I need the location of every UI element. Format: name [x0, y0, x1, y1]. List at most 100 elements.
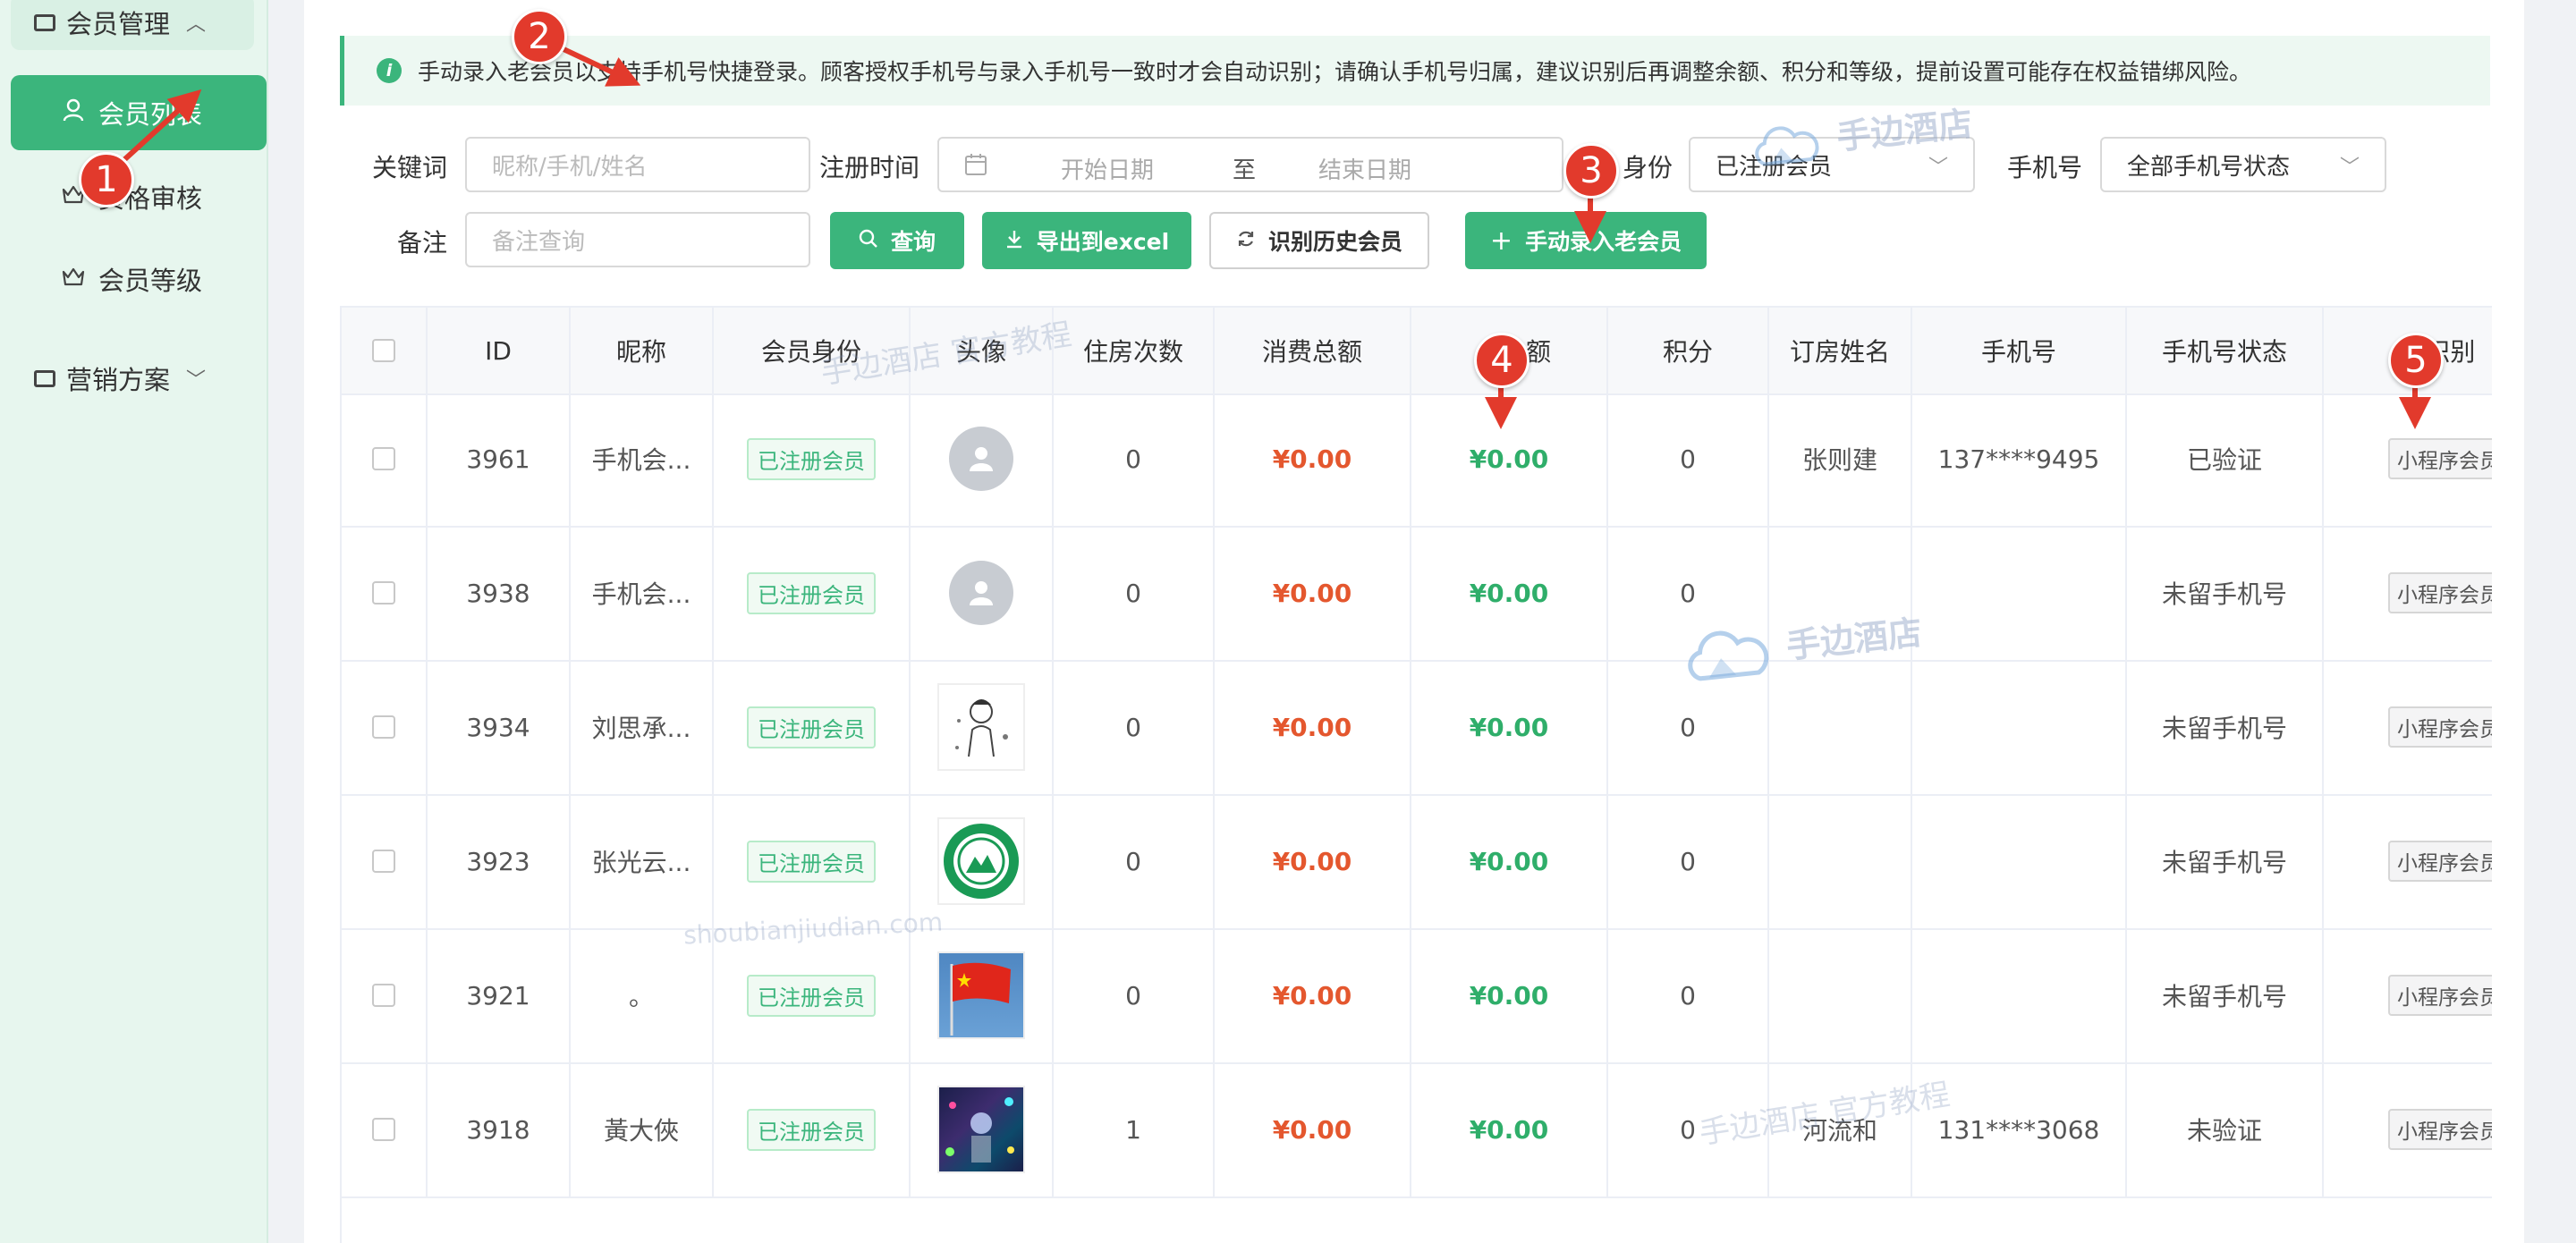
avatar-cell	[911, 1062, 1054, 1196]
header-phone: 手机号	[1912, 308, 2127, 393]
source-tag: 小程序会员	[2388, 706, 2492, 748]
header-points: 积分	[1608, 308, 1769, 393]
stays-cell: 0	[1054, 526, 1215, 660]
cell-stays: 1	[1125, 1114, 1141, 1145]
identity-cell: 已注册会员	[714, 526, 911, 660]
table-row: 3921 。 已注册会员 0 ¥0.00 ¥0.00 0 未留手机号 小程序会员	[342, 928, 2492, 1064]
identity-cell: 已注册会员	[714, 392, 911, 526]
chevron-up-icon: ︿	[186, 13, 207, 36]
cell-total-spent: ¥0.00	[1272, 712, 1352, 742]
cell-nickname: 张光云...	[591, 848, 691, 877]
menu-member-management-label: 会员管理	[66, 9, 171, 39]
id-cell: 3934	[428, 660, 571, 794]
identify-history-button[interactable]: 识别历史会员	[1209, 212, 1429, 269]
annotation-marker-2: 2	[512, 9, 567, 64]
cell-phone-status: 未验证	[2186, 1116, 2262, 1146]
source-cell: 小程序会员	[2324, 660, 2492, 794]
chevron-down-icon: ﹀	[2339, 156, 2360, 179]
identity-tag: 已注册会员	[747, 706, 876, 748]
row-checkbox[interactable]	[372, 581, 395, 605]
cell-points: 0	[1680, 444, 1696, 474]
phone-status-cell: 未验证	[2127, 1062, 2324, 1196]
avatar	[937, 1086, 1025, 1173]
total-cell: ¥0.00	[1215, 794, 1411, 928]
search-icon	[859, 228, 878, 254]
cell-points: 0	[1680, 846, 1696, 876]
annotation-marker-5: 5	[2388, 333, 2444, 388]
stays-cell: 0	[1054, 660, 1215, 794]
cell-nickname: 手机会...	[591, 579, 691, 609]
id-cell: 3961	[428, 392, 571, 526]
balance-cell: ¥0.00	[1411, 794, 1608, 928]
row-checkbox[interactable]	[372, 447, 395, 470]
identity-cell: 已注册会员	[714, 794, 911, 928]
crown-icon	[61, 266, 86, 292]
start-date-placeholder: 开始日期	[1061, 157, 1155, 184]
sidebar-item-member-list-label: 会员列表	[98, 99, 203, 130]
header-id: ID	[428, 308, 571, 393]
phone-cell	[1912, 928, 2127, 1062]
nickname-cell: 张光云...	[571, 794, 714, 928]
stays-cell: 0	[1054, 794, 1215, 928]
avatar-cell	[911, 526, 1054, 660]
row-checkbox[interactable]	[372, 984, 395, 1007]
phone-cell	[1912, 526, 2127, 660]
phone-status-cell: 未留手机号	[2127, 794, 2324, 928]
query-button-label: 查询	[890, 229, 936, 255]
phone-cell	[1912, 660, 2127, 794]
annotation-marker-3: 3	[1563, 143, 1619, 199]
cell-total-spent: ¥0.00	[1272, 578, 1352, 608]
nickname-cell: 刘思承...	[571, 660, 714, 794]
cell-id: 3923	[466, 846, 530, 876]
header-total-spent: 消费总额	[1215, 308, 1411, 393]
sidebar-item-member-list[interactable]: 会员列表	[11, 75, 267, 150]
phone-status-select[interactable]: 全部手机号状态 ﹀	[2100, 137, 2386, 192]
manual-add-member-button[interactable]: + 手动录入老会员	[1465, 212, 1707, 269]
row-checkbox[interactable]	[372, 850, 395, 873]
cell-phone: 131****3068	[1937, 1114, 2100, 1145]
end-date-placeholder: 结束日期	[1318, 157, 1412, 184]
date-range-picker[interactable]: 开始日期 至 结束日期	[937, 137, 1563, 192]
source-tag: 小程序会员	[2388, 1109, 2492, 1150]
checkbox-cell	[342, 392, 428, 526]
cell-balance: ¥0.00	[1469, 846, 1549, 876]
cell-balance: ¥0.00	[1469, 980, 1549, 1010]
menu-member-management[interactable]: 会员管理 ︿	[11, 0, 254, 50]
balance-cell: ¥0.00	[1411, 392, 1608, 526]
row-checkbox[interactable]	[372, 1118, 395, 1141]
user-icon	[61, 98, 86, 128]
checkbox-cell	[342, 928, 428, 1062]
cloud-icon	[1755, 125, 1819, 165]
menu-marketing[interactable]: 营销方案 ﹀	[30, 351, 245, 406]
identity-cell: 已注册会员	[714, 1062, 911, 1196]
notice-text: 手动录入老会员以支持手机号快捷登录。顾客授权手机号与录入手机号一致时才会自动识别…	[418, 59, 2252, 85]
row-checkbox[interactable]	[372, 715, 395, 739]
nickname-cell: 手机会...	[571, 526, 714, 660]
brand-watermark-text: 手边酒店	[1784, 613, 1924, 666]
sidebar-item-member-audit[interactable]: 资格审核	[11, 159, 267, 234]
export-excel-button[interactable]: 导出到excel	[982, 212, 1191, 269]
remark-label: 备注	[397, 228, 448, 258]
download-icon	[1004, 228, 1024, 254]
stays-cell: 1	[1054, 1062, 1215, 1196]
query-button[interactable]: 查询	[830, 212, 964, 269]
table-row: 3918 黃大俠 已注册会员 1 ¥0.00 ¥0.00 0 河流和 131****3068 未验…	[342, 1062, 2492, 1198]
points-cell: 0	[1608, 392, 1769, 526]
table-row: 3934 刘思承... 已注册会员 0 ¥0.00 ¥0.00 0 未留手机号 小程序会员	[342, 660, 2492, 796]
remark-input[interactable]: 备注查询	[465, 212, 810, 267]
nickname-cell: 手机会...	[571, 392, 714, 526]
id-cell: 3918	[428, 1062, 571, 1196]
cell-id: 3938	[466, 578, 530, 608]
total-cell: ¥0.00	[1215, 392, 1411, 526]
keyword-input[interactable]: 昵称/手机/姓名	[465, 137, 810, 192]
cell-stays: 0	[1125, 846, 1141, 876]
remark-placeholder: 备注查询	[492, 228, 586, 256]
sidebar-item-member-level[interactable]: 会员等级	[11, 241, 267, 317]
phone-label: 手机号	[2007, 153, 2083, 182]
avatar	[937, 951, 1025, 1039]
select-all-checkbox[interactable]	[372, 339, 395, 362]
identity-tag: 已注册会员	[747, 571, 876, 614]
range-separator: 至	[1233, 157, 1257, 184]
stays-cell: 0	[1054, 392, 1215, 526]
phone-status-cell: 未留手机号	[2127, 660, 2324, 794]
